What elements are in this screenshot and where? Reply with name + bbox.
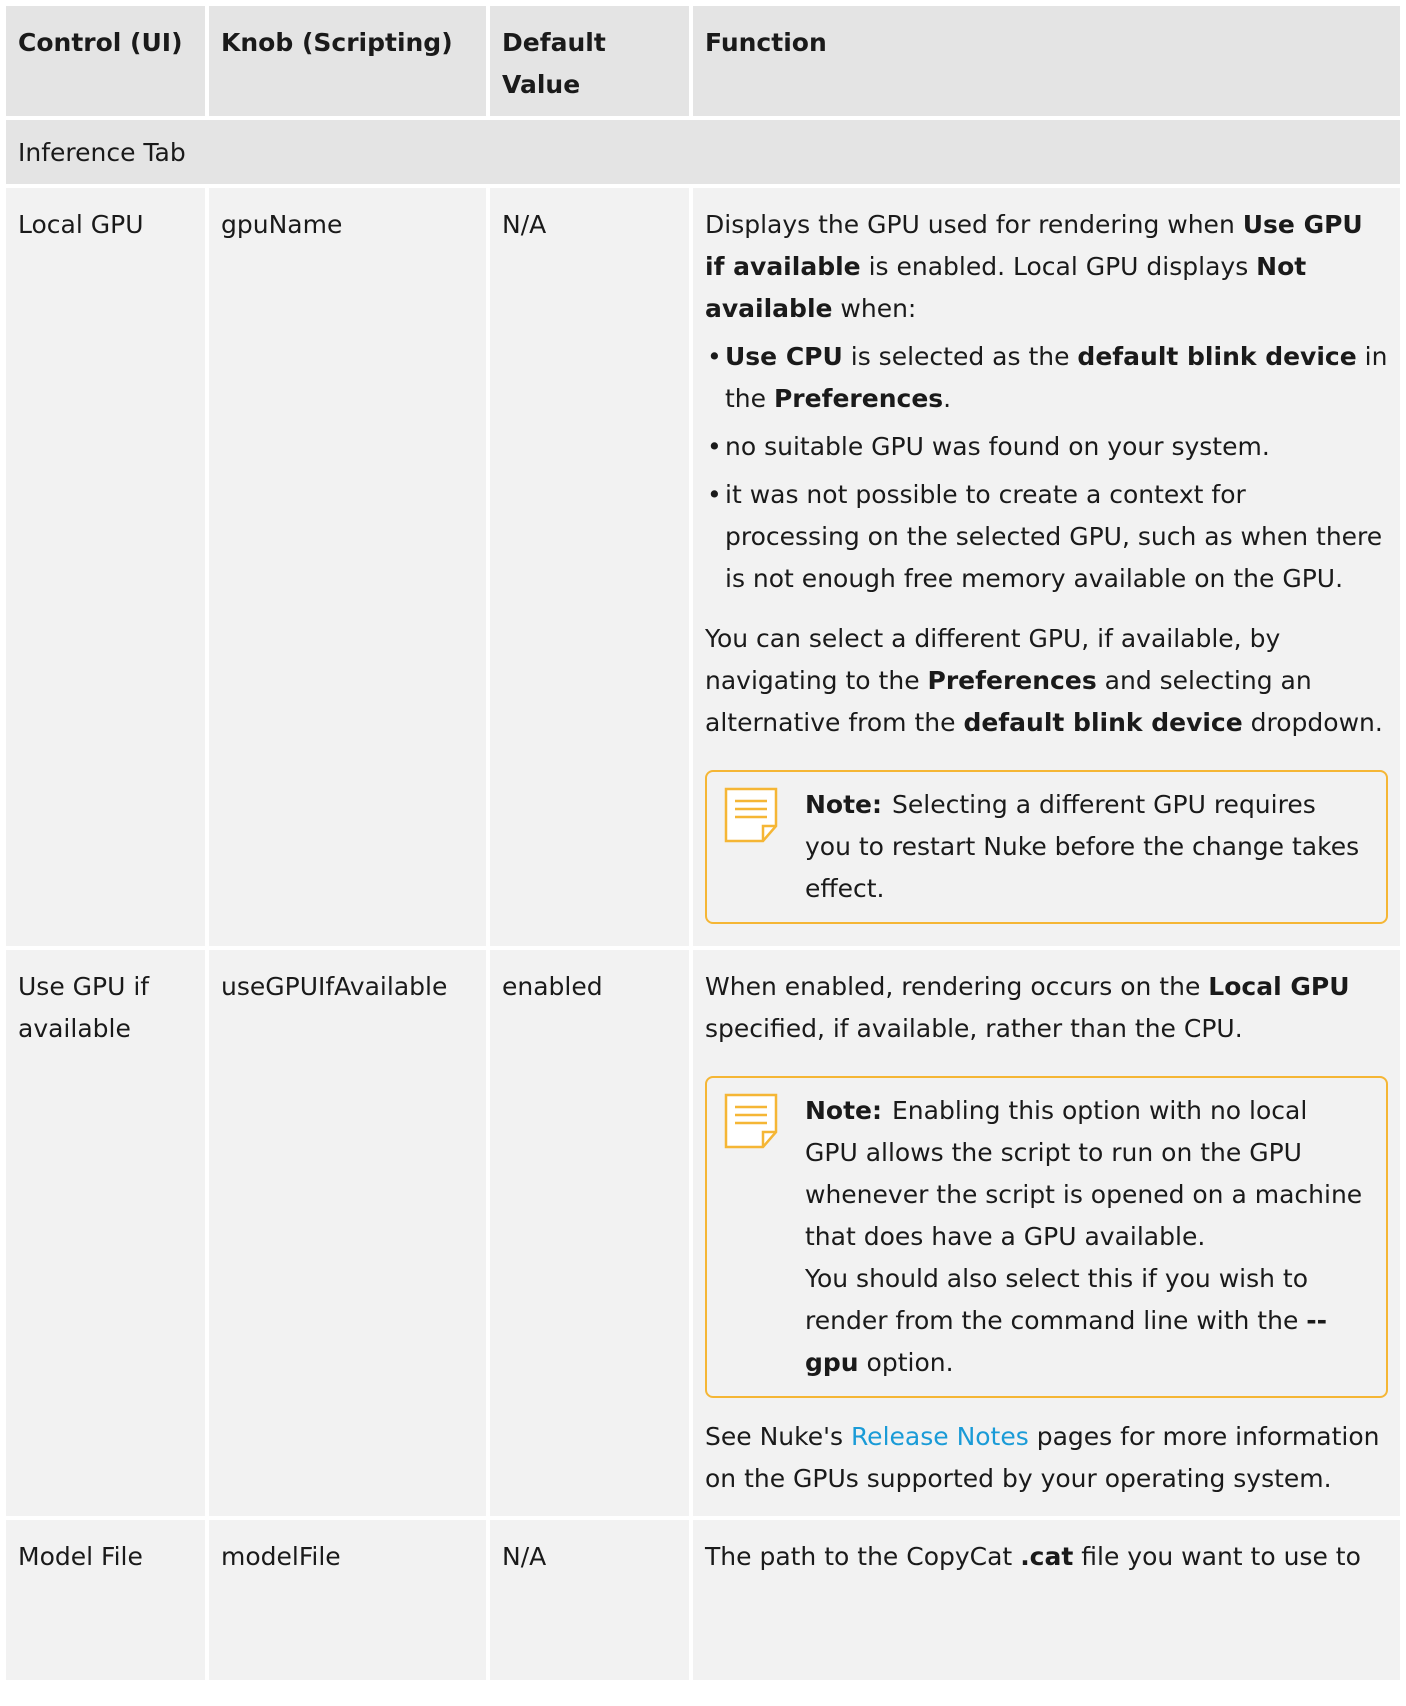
text: dropdown.: [1242, 708, 1383, 737]
text: is enabled. Local GPU displays: [860, 252, 1257, 281]
control-cell: Use GPU if available: [6, 950, 205, 1516]
section-title: Inference Tab: [6, 120, 1400, 184]
control-cell: Model File: [6, 1520, 205, 1680]
function-paragraph: See Nuke's Release Notes pages for more …: [705, 1416, 1388, 1500]
note-body: Note: Enabling this option with no local …: [805, 1090, 1366, 1258]
text: no suitable GPU was found on your system…: [725, 432, 1270, 461]
control-cell: Local GPU: [6, 188, 205, 946]
bold-text: .cat: [1020, 1542, 1074, 1571]
function-paragraph: You can select a different GPU, if avail…: [705, 618, 1388, 744]
bold-text: Use CPU: [725, 342, 843, 371]
list-item: Use CPU is selected as the default blink…: [705, 336, 1388, 420]
note-label: Note:: [805, 1096, 883, 1125]
document-page: Control (UI) Knob (Scripting) Default Va…: [0, 0, 1406, 1706]
header-default: Default Value: [490, 6, 689, 116]
bold-text: Preferences: [927, 666, 1097, 695]
table-header-row: Control (UI) Knob (Scripting) Default Va…: [6, 6, 1400, 116]
text: The path to the CopyCat: [705, 1542, 1021, 1571]
table-row: Use GPU if available useGPUIfAvailable e…: [6, 950, 1400, 1516]
text: Displays the GPU used for rendering when: [705, 210, 1243, 239]
bold-text: Local GPU: [1208, 972, 1350, 1001]
note-body: You should also select this if you wish …: [805, 1258, 1366, 1384]
note-box: Note: Enabling this option with no local …: [705, 1076, 1388, 1398]
note-box: Note: Selecting a different GPU requires …: [705, 770, 1388, 924]
list-item: it was not possible to create a context …: [705, 474, 1388, 600]
bold-text: default blink device: [963, 708, 1243, 737]
text: When enabled, rendering occurs on the: [705, 972, 1209, 1001]
text: You should also select this if you wish …: [805, 1264, 1309, 1335]
knob-cell: gpuName: [209, 188, 486, 946]
table-row: Model File modelFile N/A The path to the…: [6, 1520, 1400, 1680]
note-document-icon: [724, 787, 778, 843]
text: is selected as the: [842, 342, 1078, 371]
text: specified, if available, rather than the…: [705, 1014, 1243, 1043]
text: it was not possible to create a context …: [725, 480, 1383, 593]
note-text: Enabling this option with no local GPU a…: [805, 1096, 1363, 1251]
knob-cell: modelFile: [209, 1520, 486, 1680]
text: option.: [858, 1348, 954, 1377]
knob-cell: useGPUIfAvailable: [209, 950, 486, 1516]
bold-text: Preferences: [773, 384, 944, 413]
default-cell: N/A: [490, 188, 689, 946]
section-row: Inference Tab: [6, 120, 1400, 184]
release-notes-link[interactable]: Release Notes: [851, 1422, 1029, 1451]
function-cell: Displays the GPU used for rendering when…: [693, 188, 1400, 946]
bullet-list: Use CPU is selected as the default blink…: [705, 336, 1388, 600]
default-cell: N/A: [490, 1520, 689, 1680]
function-paragraph: When enabled, rendering occurs on the Lo…: [705, 966, 1388, 1050]
function-cell: The path to the CopyCat .cat file you wa…: [693, 1520, 1400, 1680]
text: file you want to use to: [1073, 1542, 1361, 1571]
list-item: no suitable GPU was found on your system…: [705, 426, 1388, 468]
header-function: Function: [693, 6, 1400, 116]
function-cell: When enabled, rendering occurs on the Lo…: [693, 950, 1400, 1516]
knob-reference-table: Control (UI) Knob (Scripting) Default Va…: [2, 2, 1404, 1684]
note-document-icon: [724, 1093, 778, 1149]
note-text: Selecting a different GPU requires you t…: [805, 790, 1360, 903]
header-control: Control (UI): [6, 6, 205, 116]
header-knob: Knob (Scripting): [209, 6, 486, 116]
text: See Nuke's: [705, 1422, 851, 1451]
table-row: Local GPU gpuName N/A Displays the GPU u…: [6, 188, 1400, 946]
function-paragraph: The path to the CopyCat .cat file you wa…: [705, 1536, 1388, 1578]
text: when:: [832, 294, 917, 323]
note-label: Note:: [805, 790, 883, 819]
bold-text: default blink device: [1077, 342, 1357, 371]
text: .: [943, 384, 952, 413]
function-paragraph: Displays the GPU used for rendering when…: [705, 204, 1388, 330]
default-cell: enabled: [490, 950, 689, 1516]
